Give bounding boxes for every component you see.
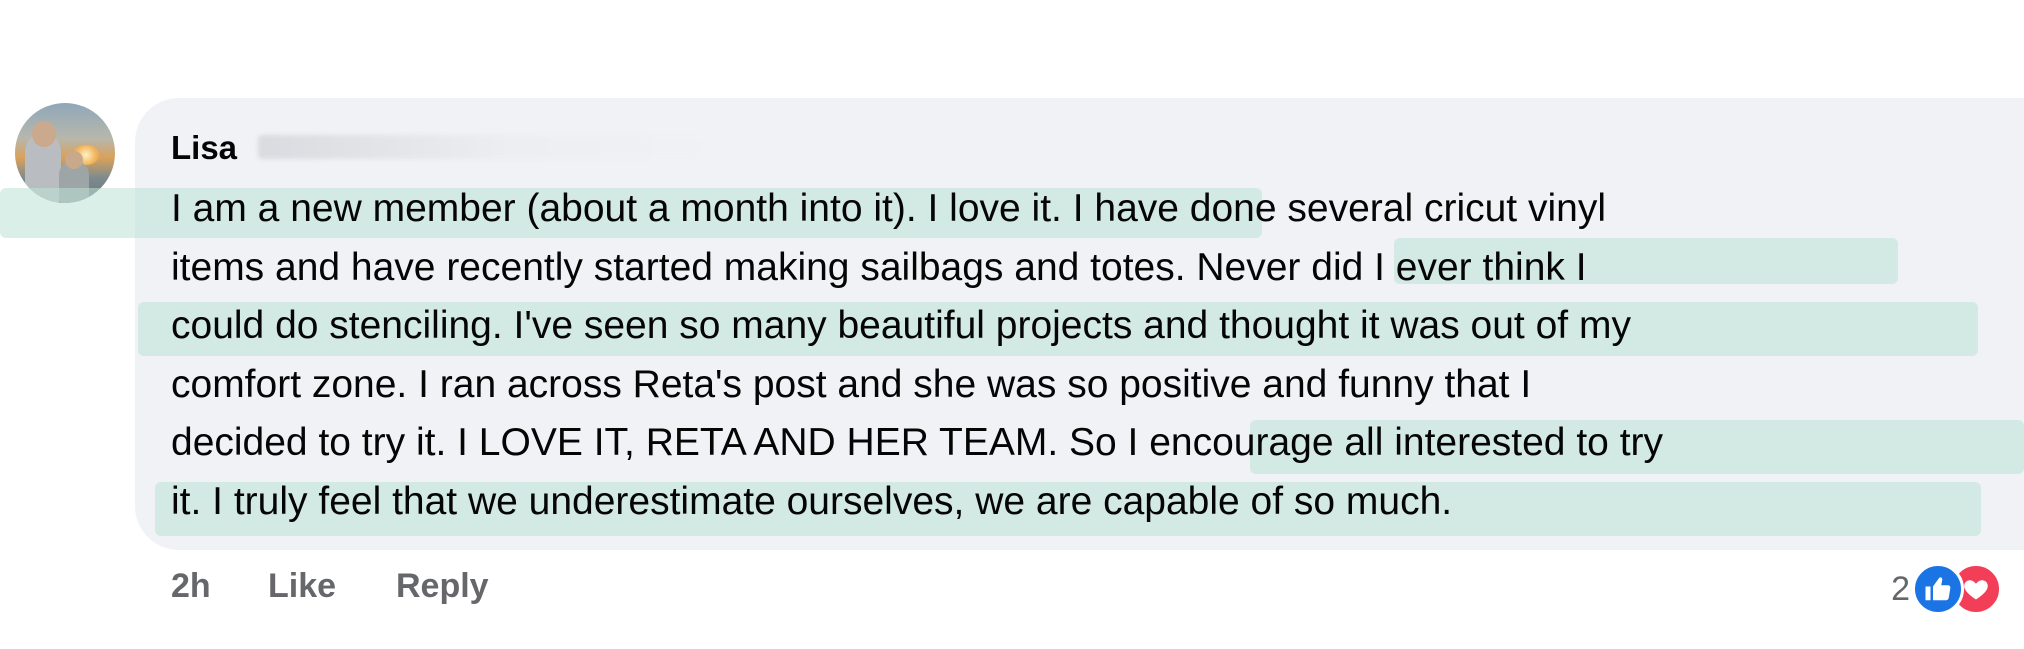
like-button[interactable]: Like — [268, 566, 336, 606]
comment-line: comfort zone. I ran across Reta's post a… — [171, 362, 1532, 406]
avatar-person-1-head — [32, 121, 56, 147]
comment-line: it. I truly feel that we underestimate o… — [171, 479, 1453, 523]
reply-button[interactable]: Reply — [396, 566, 489, 606]
comment-line: I am a new member (about a month into it… — [171, 187, 1606, 230]
redacted-surname — [258, 135, 720, 159]
comment-line: items and have recently started making s… — [171, 245, 1587, 289]
reaction-count: 2 — [1891, 569, 1910, 608]
comment-author-name[interactable]: Lisa — [171, 128, 237, 168]
comment-line: decided to try it. I LOVE IT, RETA AND H… — [171, 421, 1664, 464]
avatar-person-2-head — [65, 151, 83, 169]
comment-text: I am a new member (about a month into it… — [171, 180, 1991, 531]
comment-line: could do stenciling. I've seen so many b… — [171, 304, 1631, 347]
like-icon — [1912, 563, 1964, 615]
comment-timestamp[interactable]: 2h — [171, 566, 211, 606]
reaction-summary[interactable]: 2 — [1891, 562, 2002, 616]
